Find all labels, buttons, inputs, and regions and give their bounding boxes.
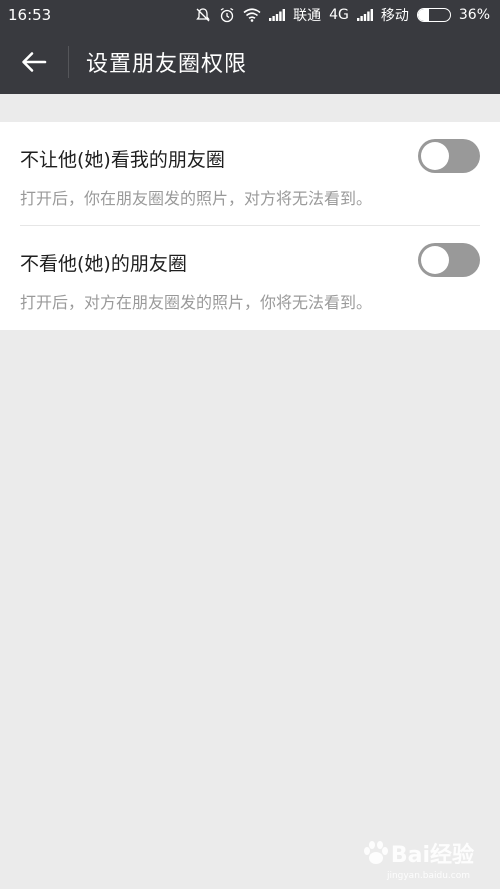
settings-card: 不让他(她)看我的朋友圈 打开后，你在朋友圈发的照片，对方将无法看到。 不看他(… (0, 122, 500, 330)
hide-their-moments-toggle[interactable] (418, 243, 480, 277)
battery-percent: 36% (458, 7, 490, 23)
carrier-2: 移动 (380, 8, 409, 24)
page-title: 设置朋友圈权限 (86, 52, 248, 77)
signal-icon (356, 9, 373, 21)
setting-description: 打开后，你在朋友圈发的照片，对方将无法看到。 (20, 189, 373, 208)
toggle-knob (421, 142, 449, 170)
screen: 16:53 联通 4G 移动 36% 设置朋友圈权限 不让他(她)看我的朋友圈 … (0, 0, 500, 889)
battery-icon (416, 8, 451, 22)
back-button[interactable] (0, 30, 68, 94)
setting-row-hide-my-moments[interactable]: 不让他(她)看我的朋友圈 打开后，你在朋友圈发的照片，对方将无法看到。 (0, 122, 500, 226)
paw-icon (363, 841, 388, 864)
carrier-1: 联通 (293, 8, 322, 24)
watermark-url: jingyan.baidu.com (386, 871, 470, 881)
status-bar: 16:53 联通 4G 移动 36% (0, 0, 500, 30)
alarm-icon (219, 7, 235, 23)
watermark: Bai经验 (361, 837, 474, 869)
network-type: 4G (329, 7, 349, 23)
hide-my-moments-toggle[interactable] (418, 139, 480, 173)
mute-icon (195, 7, 211, 23)
battery-level (417, 9, 430, 21)
setting-description: 打开后，对方在朋友圈发的照片，你将无法看到。 (20, 293, 373, 312)
setting-row-hide-their-moments[interactable]: 不看他(她)的朋友圈 打开后，对方在朋友圈发的照片，你将无法看到。 (0, 226, 500, 330)
back-arrow-icon (22, 52, 47, 72)
status-time: 16:53 (8, 6, 52, 24)
setting-title: 不让他(她)看我的朋友圈 (20, 149, 225, 171)
action-bar: 设置朋友圈权限 (0, 30, 500, 94)
header-divider (68, 46, 69, 78)
setting-title: 不看他(她)的朋友圈 (20, 253, 187, 275)
watermark-text: Bai经验 (390, 843, 474, 868)
status-icons: 联通 4G 移动 36% (195, 5, 490, 25)
wifi-icon (243, 8, 261, 22)
signal-icon (269, 9, 286, 21)
toggle-knob (421, 246, 449, 274)
